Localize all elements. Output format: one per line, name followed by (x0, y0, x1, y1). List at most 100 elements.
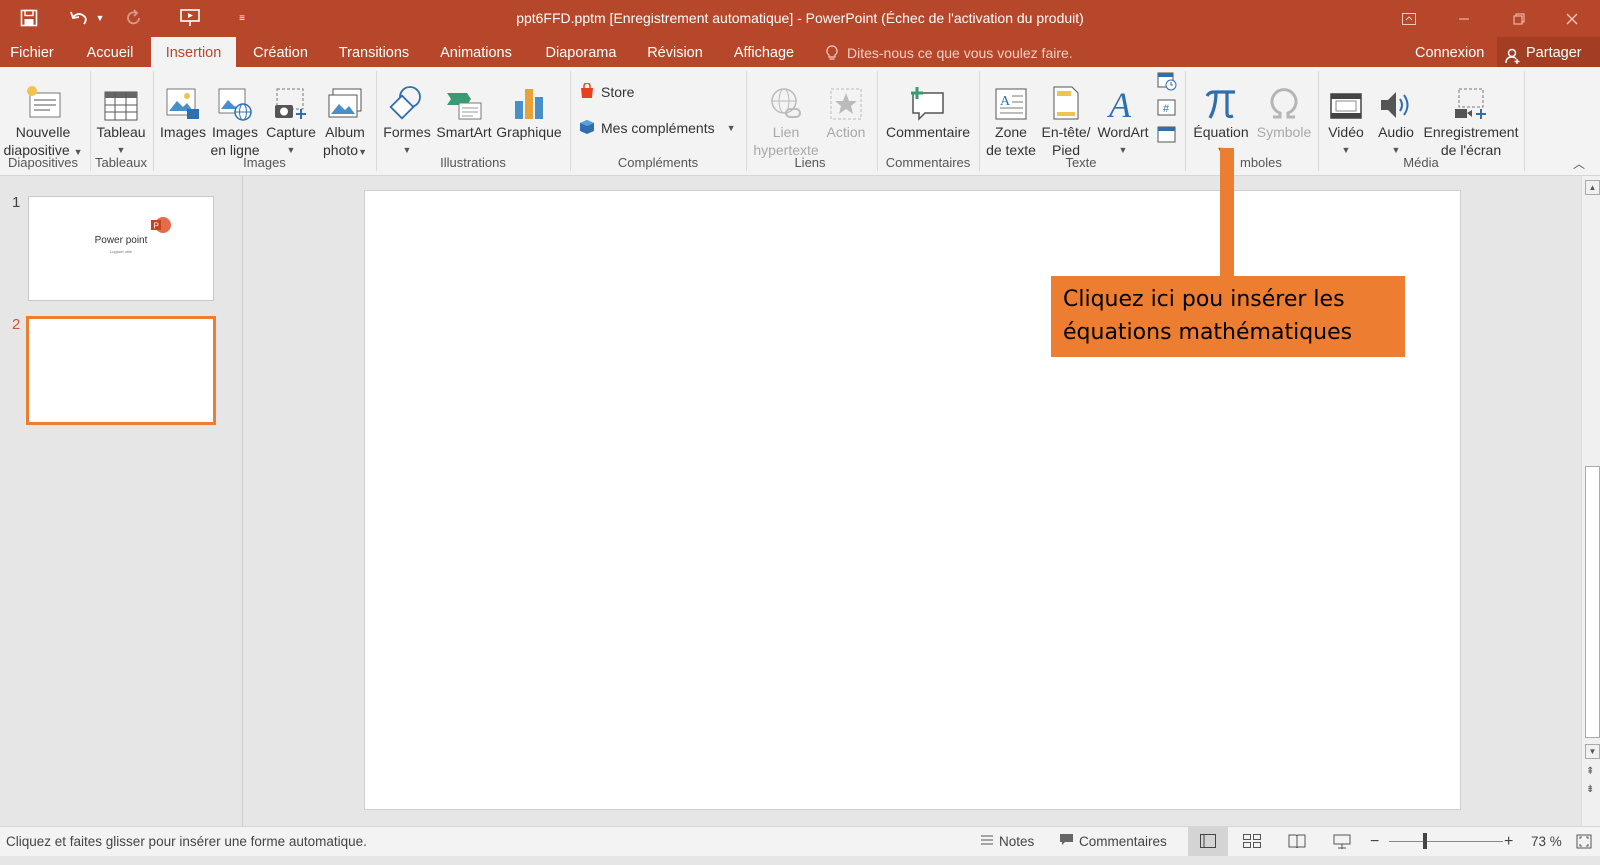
slideshow-start-icon[interactable] (177, 4, 203, 32)
date-time-icon[interactable] (1157, 71, 1177, 94)
tab-home[interactable]: Accueil (76, 37, 144, 67)
wordart-icon: A (1094, 69, 1152, 123)
tab-view[interactable]: Affichage (724, 37, 804, 67)
notes-button[interactable]: Notes (980, 827, 1034, 856)
capture-label: Capture (266, 124, 316, 140)
action-button[interactable]: Action (822, 69, 870, 141)
slide-thumbnail-1[interactable]: P Power point Logiciel utile (28, 196, 214, 301)
ribbon-tab-bar: Fichier Accueil Insertion Création Trans… (0, 37, 1600, 67)
undo-dropdown-icon[interactable]: ▼ (94, 4, 106, 32)
comments-button[interactable]: Commentaires (1059, 827, 1167, 856)
tab-design[interactable]: Création (243, 37, 318, 67)
zoom-slider-thumb[interactable] (1423, 833, 1427, 849)
scroll-thumb[interactable] (1585, 466, 1600, 738)
screenshot-button[interactable]: Capture ▼ (263, 69, 319, 159)
table-label: Tableau (96, 124, 146, 140)
vertical-scrollbar[interactable]: ▲ ▼ ⇞ ⇟ (1581, 176, 1600, 826)
zoom-in-icon[interactable]: + (1504, 827, 1513, 856)
slide-thumbnail-pane: 1 P Power point Logiciel utile 2 (0, 176, 243, 826)
tab-insert[interactable]: Insertion (151, 37, 236, 67)
hyperlink-button[interactable]: Lien hypertexte (750, 69, 822, 159)
close-icon[interactable] (1549, 0, 1595, 37)
store-button[interactable]: Store (579, 81, 634, 103)
share-label: Partager (1526, 45, 1582, 61)
lightbulb-icon (826, 45, 838, 64)
table-button[interactable]: Tableau ▼ (92, 69, 150, 159)
tab-review[interactable]: Révision (640, 37, 710, 67)
group-divider (1318, 71, 1319, 171)
screen-recording-button[interactable]: Enregistrement de l'écran (1422, 69, 1520, 159)
object-icon[interactable] (1157, 125, 1177, 148)
save-icon[interactable] (16, 4, 42, 32)
video-film-icon (1322, 69, 1370, 123)
my-addins-button[interactable]: Mes compléments ▼ (579, 117, 736, 139)
slide-sorter-icon[interactable] (1243, 827, 1261, 856)
redo-icon[interactable] (122, 4, 146, 32)
audio-button[interactable]: Audio ▼ (1372, 69, 1420, 159)
audio-label: Audio (1378, 124, 1414, 140)
scroll-up-icon[interactable]: ▲ (1585, 180, 1600, 195)
customize-qat-icon[interactable]: ≡ (234, 4, 250, 32)
slide-number-icon[interactable]: # (1157, 98, 1177, 121)
action-star-icon (822, 69, 870, 123)
thumbnail-subtitle: Logiciel utile (109, 249, 132, 254)
fit-to-window-icon[interactable] (1576, 827, 1592, 856)
images-button[interactable]: Images (157, 69, 209, 141)
status-message: Cliquez et faites glisser pour insérer u… (6, 834, 367, 849)
tab-transitions[interactable]: Transitions (332, 37, 416, 67)
next-slide-icon[interactable]: ⇟ (1586, 784, 1594, 795)
online-images-button[interactable]: Images en ligne (209, 69, 261, 159)
scroll-down-icon[interactable]: ▼ (1585, 744, 1600, 759)
comment-icon (881, 69, 975, 123)
header-footer-label-1: En-tête/ (1041, 124, 1091, 140)
normal-view-button[interactable] (1188, 827, 1228, 856)
slideshow-view-icon[interactable] (1333, 827, 1351, 856)
header-footer-icon (1038, 69, 1094, 123)
zoom-slider-track[interactable] (1389, 841, 1503, 842)
smartart-button[interactable]: SmartArt (434, 69, 494, 141)
group-divider (570, 71, 571, 171)
equation-button[interactable]: Équation ▼ (1190, 69, 1252, 159)
reading-view-icon[interactable] (1288, 827, 1306, 856)
textbox-button[interactable]: A Zone de texte (983, 69, 1039, 159)
chart-button[interactable]: Graphique (495, 69, 563, 141)
online-image-icon (209, 69, 261, 123)
hyperlink-icon (750, 69, 822, 123)
omega-icon (1252, 69, 1316, 123)
sign-in-link[interactable]: Connexion (1415, 37, 1484, 67)
header-footer-button[interactable]: En-tête/ Pied (1038, 69, 1094, 159)
zoom-level[interactable]: 73 % (1531, 827, 1562, 856)
smartart-icon (434, 69, 494, 123)
screen-recording-icon (1422, 69, 1520, 123)
tab-slideshow[interactable]: Diaporama (538, 37, 624, 67)
normal-view-icon (1200, 834, 1216, 848)
minimize-icon[interactable] (1441, 0, 1487, 37)
comments-label: Commentaires (1079, 834, 1167, 849)
wordart-button[interactable]: A WordArt ▼ (1094, 69, 1152, 159)
undo-icon[interactable] (66, 4, 92, 32)
restore-icon[interactable] (1496, 0, 1542, 37)
previous-slide-icon[interactable]: ⇞ (1586, 766, 1594, 777)
tab-file[interactable]: Fichier (0, 37, 64, 67)
addins-icon (579, 119, 595, 138)
new-slide-button[interactable]: Nouvelle diapositive ▼ (2, 69, 84, 161)
tab-animations[interactable]: Animations (430, 37, 522, 67)
tell-me-search[interactable]: Dites-nous ce que vous voulez faire. (847, 37, 1073, 67)
new-slide-icon (2, 69, 84, 123)
symbol-button[interactable]: Symbole (1252, 69, 1316, 141)
collapse-ribbon-icon[interactable]: ︿ (1573, 155, 1585, 172)
shapes-button[interactable]: Formes ▼ (381, 69, 433, 159)
group-divider (90, 71, 91, 171)
comment-button[interactable]: Commentaire (881, 69, 975, 141)
slide-thumbnail-2[interactable] (26, 316, 216, 425)
group-label-symbols-text: mboles (1240, 155, 1282, 170)
zoom-out-icon[interactable]: − (1370, 827, 1379, 856)
share-button[interactable]: Partager (1497, 37, 1600, 67)
video-button[interactable]: Vidéo ▼ (1322, 69, 1370, 159)
group-divider (153, 71, 154, 171)
ribbon-display-options-icon[interactable] (1386, 0, 1432, 37)
group-label-addins: Compléments (617, 155, 699, 170)
photo-album-button[interactable]: Album photo▼ (320, 69, 370, 161)
images-label: Images (160, 124, 206, 140)
powerpoint-logo-icon: P (149, 217, 171, 236)
